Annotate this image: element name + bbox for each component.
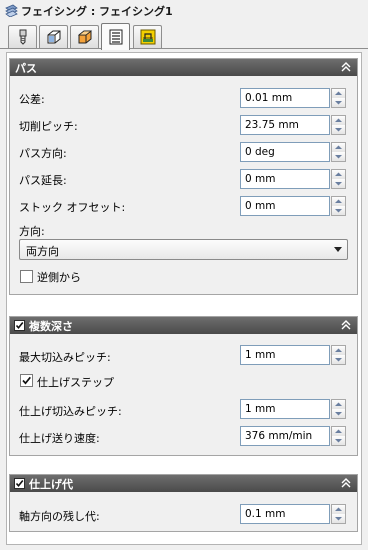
- tab-tool[interactable]: [8, 25, 37, 48]
- checkmark-icon: [22, 376, 31, 385]
- stock-to-leave-section-header[interactable]: 仕上げ代: [10, 475, 357, 492]
- chevron-up-icon: [335, 199, 342, 203]
- linking-icon: [140, 29, 156, 45]
- finishing-stepdown-spinner[interactable]: [331, 399, 346, 419]
- tab-heights[interactable]: [70, 25, 99, 48]
- passes-section-title: パス: [15, 62, 37, 75]
- checkmark-icon: [15, 321, 24, 330]
- dropdown-arrow-icon: [334, 247, 342, 252]
- axial-stock-label: 軸方向の残し代:: [19, 510, 100, 523]
- multiple-depths-section: 複数深さ 最大切込みピッチ: 1 mm 仕上げステップ 仕上げ切込みピッチ: 1…: [9, 316, 358, 456]
- chevron-down-icon: [335, 439, 342, 443]
- finishing-stepdowns-label: 仕上げステップ: [37, 376, 114, 389]
- stock-offset-input[interactable]: 0 mm: [240, 196, 330, 216]
- finishing-feedrate-input[interactable]: 376 mm/min: [240, 426, 330, 446]
- pass-direction-spinner[interactable]: [331, 142, 346, 162]
- collapse-icon[interactable]: [340, 61, 352, 73]
- pass-direction-input[interactable]: 0 deg: [240, 142, 330, 162]
- passes-icon: [109, 29, 123, 45]
- geometry-icon: [47, 30, 61, 44]
- passes-section-header[interactable]: パス: [10, 59, 357, 76]
- collapse-icon[interactable]: [340, 319, 352, 331]
- tool-icon: [19, 29, 27, 45]
- direction-label: 方向:: [19, 225, 45, 238]
- chevron-down-icon: [335, 155, 342, 159]
- chevron-up-icon: [335, 402, 342, 406]
- direction-selected-value: 両方向: [26, 245, 59, 258]
- multiple-depths-section-header[interactable]: 複数深さ: [10, 317, 357, 334]
- chevron-up-icon: [335, 145, 342, 149]
- finishing-feedrate-spinner[interactable]: [331, 426, 346, 446]
- pass-extension-label: パス延長:: [19, 174, 67, 187]
- chevron-up-icon: [335, 348, 342, 352]
- finishing-stepdown-input[interactable]: 1 mm: [240, 399, 330, 419]
- heights-icon: [77, 30, 93, 44]
- tolerance-spinner[interactable]: [331, 88, 346, 108]
- max-stepdown-spinner[interactable]: [331, 345, 346, 365]
- chevron-down-icon: [335, 358, 342, 362]
- max-stepdown-input[interactable]: 1 mm: [240, 345, 330, 365]
- spin-down-button[interactable]: [332, 409, 345, 418]
- window-title: フェイシング : フェイシング1: [21, 5, 173, 18]
- tab-linking[interactable]: [133, 25, 162, 48]
- chevron-up-icon: [335, 429, 342, 433]
- multiple-depths-checkbox[interactable]: [14, 320, 25, 331]
- chevron-down-icon: [335, 128, 342, 132]
- chevron-up-icon: [335, 172, 342, 176]
- stock-to-leave-checkbox[interactable]: [14, 478, 25, 489]
- tab-baseline: [0, 48, 368, 49]
- finishing-stepdowns-checkbox[interactable]: [20, 374, 33, 387]
- opposite-side-checkbox[interactable]: [20, 270, 33, 283]
- spin-down-button[interactable]: [332, 125, 345, 134]
- stepover-spinner[interactable]: [331, 115, 346, 135]
- opposite-side-label: 逆側から: [37, 271, 81, 284]
- collapse-icon[interactable]: [340, 477, 352, 489]
- stepover-label: 切削ピッチ:: [19, 120, 78, 133]
- spin-down-button[interactable]: [332, 152, 345, 161]
- max-stepdown-label: 最大切込みピッチ:: [19, 351, 111, 364]
- tolerance-label: 公差:: [19, 93, 45, 106]
- chevron-down-icon: [335, 517, 342, 521]
- chevron-up-icon: [335, 118, 342, 122]
- pass-extension-input[interactable]: 0 mm: [240, 169, 330, 189]
- tab-geometry[interactable]: [39, 25, 68, 48]
- spin-down-button[interactable]: [332, 355, 345, 364]
- facing-operation-icon: [5, 4, 18, 17]
- tab-passes[interactable]: [101, 23, 130, 50]
- axial-stock-input[interactable]: 0.1 mm: [240, 504, 330, 524]
- spin-down-button[interactable]: [332, 179, 345, 188]
- finishing-feedrate-label: 仕上げ送り速度:: [19, 432, 100, 445]
- direction-select[interactable]: 両方向: [19, 239, 348, 260]
- chevron-down-icon: [335, 101, 342, 105]
- title-bar: フェイシング : フェイシング1: [0, 0, 368, 22]
- spin-down-button[interactable]: [332, 436, 345, 445]
- pass-extension-spinner[interactable]: [331, 169, 346, 189]
- stock-offset-spinner[interactable]: [331, 196, 346, 216]
- multiple-depths-section-title: 複数深さ: [29, 320, 73, 333]
- finishing-stepdown-label: 仕上げ切込みピッチ:: [19, 405, 122, 418]
- stock-offset-label: ストック オフセット:: [19, 201, 126, 214]
- stock-to-leave-section-title: 仕上げ代: [29, 478, 73, 491]
- stock-to-leave-section: 仕上げ代 軸方向の残し代: 0.1 mm: [9, 474, 358, 532]
- stepover-input[interactable]: 23.75 mm: [240, 115, 330, 135]
- chevron-up-icon: [335, 507, 342, 511]
- chevron-down-icon: [335, 209, 342, 213]
- chevron-up-icon: [335, 91, 342, 95]
- checkmark-icon: [15, 479, 24, 488]
- spin-down-button[interactable]: [332, 514, 345, 523]
- spin-down-button[interactable]: [332, 206, 345, 215]
- passes-section: パス 公差: 0.01 mm 切削ピッチ: 23.75 mm パス方向: 0 d…: [9, 58, 358, 295]
- chevron-down-icon: [335, 182, 342, 186]
- axial-stock-spinner[interactable]: [331, 504, 346, 524]
- tolerance-input[interactable]: 0.01 mm: [240, 88, 330, 108]
- spin-down-button[interactable]: [332, 98, 345, 107]
- pass-direction-label: パス方向:: [19, 147, 67, 160]
- chevron-down-icon: [335, 412, 342, 416]
